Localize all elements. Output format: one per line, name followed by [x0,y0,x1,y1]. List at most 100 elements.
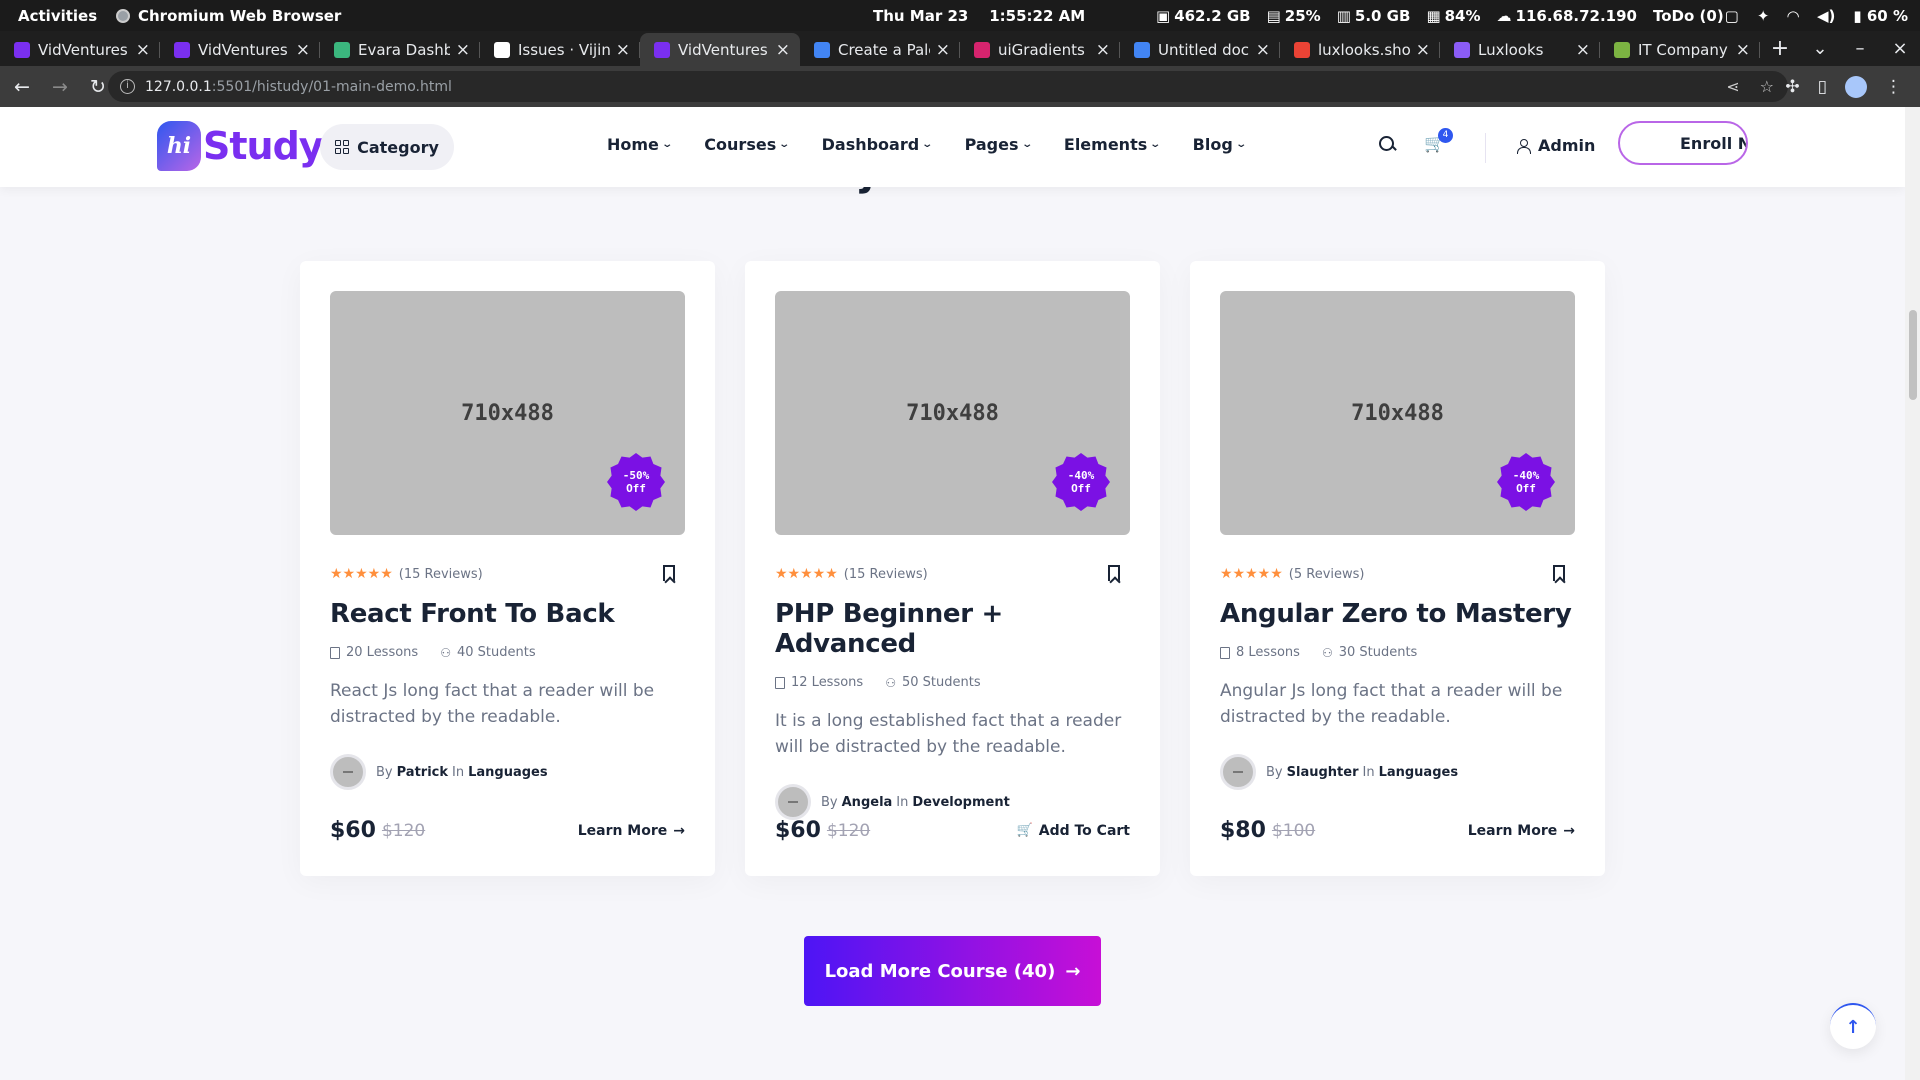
browser-tab[interactable]: VidVentures × [0,33,160,66]
learn-more-link[interactable]: Learn More → [578,823,685,839]
active-app-indicator[interactable]: Chromium Web Browser [116,7,341,25]
extensions-icon[interactable]: ✣ [1785,77,1799,97]
course-description: React Js long fact that a reader will be… [330,681,655,727]
back-icon[interactable]: ← [6,76,38,98]
tab-close-icon[interactable]: × [456,40,470,60]
by-label: By [376,764,393,780]
menu-kebab-icon[interactable]: ⋮ [1885,77,1902,97]
course-card: 710x488 -40% Off ★★★★★ (5 Reviews) Angular Ze… [1190,261,1605,876]
browser-tab[interactable]: Untitled docu × [1120,33,1280,66]
menu-item-pages[interactable]: Pages ⌄ [965,135,1033,154]
rating-stars-icon: ★★★★★ [330,566,393,582]
browser-tab[interactable]: Evara Dashbo × [320,33,480,66]
browser-tab[interactable]: VidVentures × [640,33,800,66]
address-bar[interactable]: i 127.0.0.1:5501/histudy/01-main-demo.ht… [108,71,1788,102]
share-icon[interactable]: ⋖ [1726,77,1739,96]
menu-item-blog[interactable]: Blog ⌄ [1193,135,1247,154]
profile-avatar[interactable] [1845,75,1867,98]
memory-usage: 5.0 GB [1354,6,1411,25]
site-info-icon[interactable]: i [120,79,135,94]
author-name[interactable]: Slaughter [1287,765,1359,780]
browser-tab[interactable]: Create a Palet × [800,33,960,66]
course-category[interactable]: Development [912,795,1009,810]
clock[interactable]: Thu Mar 23 1:55:22 AM [873,7,1085,25]
clipboard-icon[interactable]: ▢ [1725,7,1739,25]
bookmark-star-icon[interactable]: ☆ [1760,77,1774,96]
browser-tab[interactable]: IT Company N × [1600,33,1760,66]
tab-close-icon[interactable]: × [1576,40,1590,60]
scrollbar-thumb[interactable] [1909,310,1917,400]
course-title[interactable]: Angular Zero to Mastery [1220,599,1575,629]
bookmark-icon[interactable] [1108,565,1120,581]
avatar[interactable] [330,754,366,790]
todo-indicator[interactable]: ToDo (0) [1653,7,1724,25]
tab-close-icon[interactable]: × [616,40,630,60]
menu-item-home[interactable]: Home ⌄ [607,135,673,154]
system-tray[interactable]: ▢ ✦ ◠ ◀) ▮ 60 % [1725,7,1908,25]
window-close-icon[interactable]: × [1880,33,1920,66]
back-to-top-button[interactable]: ↑ [1830,1003,1876,1049]
window-minimize-icon[interactable]: – [1840,33,1880,66]
bookmark-icon[interactable] [1553,565,1565,581]
author-name[interactable]: Angela [842,795,893,810]
discount-percent: -50% [622,469,650,482]
course-title[interactable]: React Front To Back [330,599,685,629]
tab-close-icon[interactable]: × [936,40,950,60]
rating-row: ★★★★★ (15 Reviews) [775,565,1130,583]
rating-row: ★★★★★ (15 Reviews) [330,565,685,583]
menu-item-elements[interactable]: Elements ⌄ [1064,135,1161,154]
tab-close-icon[interactable]: × [1416,40,1430,60]
forward-icon[interactable]: → [44,76,76,98]
system-stats[interactable]: ▣ 462.2 GB ▤ 25% ▥ 5.0 GB ▦ 84% ☁ 116.68.72.1… [1156,7,1724,25]
course-title[interactable]: PHP Beginner + Advanced [775,599,1130,659]
enroll-now-button[interactable]: Enroll Now [1618,121,1748,165]
learn-more-link[interactable]: Learn More → [1468,823,1575,839]
author-name[interactable]: Patrick [397,765,448,780]
course-thumbnail[interactable]: 710x488 -40% Off [1220,291,1575,535]
tab-close-icon[interactable]: × [1256,40,1270,60]
load-more-button[interactable]: Load More Course (40) → [804,936,1101,1006]
browser-tab[interactable]: uiGradients - × [960,33,1120,66]
bookmark-icon[interactable] [663,565,675,581]
tab-close-icon[interactable]: × [776,40,790,60]
tab-favicon-icon [1294,41,1310,58]
tab-close-icon[interactable]: × [1736,40,1750,60]
tab-search-chevron-icon[interactable]: ⌄ [1800,33,1840,66]
arrow-right-icon: → [673,822,685,839]
in-label: In [1362,764,1375,780]
tab-close-icon[interactable]: × [296,40,310,60]
menu-item-label: Home [607,135,659,154]
browser-tab[interactable]: Luxlooks × [1440,33,1600,66]
browser-tab[interactable]: Issues · VijinV × [480,33,640,66]
search-icon[interactable] [1376,133,1398,155]
menu-item-courses[interactable]: Courses ⌄ [704,135,790,154]
activities-button[interactable]: Activities [18,7,97,25]
tab-close-icon[interactable]: × [1096,40,1110,60]
in-label: In [452,764,465,780]
cart-button[interactable]: 🛒 4 [1424,128,1453,155]
discount-badge: -50% Off [607,453,665,511]
main-menu: Home ⌄ Courses ⌄ Dashboard ⌄ Pages ⌄ Elements ⌄ Bl… [607,135,1278,154]
add-to-cart-button[interactable]: 🛒 Add To Cart [1017,823,1130,839]
browser-tab[interactable]: VidVentures × [160,33,320,66]
cart-icon: 🛒 [1016,823,1033,838]
avatar[interactable] [1220,754,1256,790]
admin-account-link[interactable]: Admin [1516,136,1595,155]
site-logo[interactable]: hi Study [157,121,324,171]
page-scrollbar[interactable] [1905,107,1920,1080]
tab-close-icon[interactable]: × [136,40,150,60]
avatar[interactable] [775,784,811,820]
thumbnail-placeholder-text: 710x488 [906,400,999,426]
browser-tab[interactable]: luxlooks.shop × [1280,33,1440,66]
category-button[interactable]: Category [320,124,454,170]
lessons-label: 8 Lessons [1236,645,1300,660]
course-category[interactable]: Languages [468,765,548,780]
tab-favicon-icon [1614,41,1630,58]
course-category[interactable]: Languages [1379,765,1459,780]
accessibility-icon[interactable]: ✦ [1757,7,1770,25]
course-thumbnail[interactable]: 710x488 -50% Off [330,291,685,535]
course-thumbnail[interactable]: 710x488 -40% Off [775,291,1130,535]
menu-item-dashboard[interactable]: Dashboard ⌄ [822,135,934,154]
new-tab-icon[interactable]: + [1760,33,1800,66]
side-panel-icon[interactable]: ▯ [1818,77,1827,97]
